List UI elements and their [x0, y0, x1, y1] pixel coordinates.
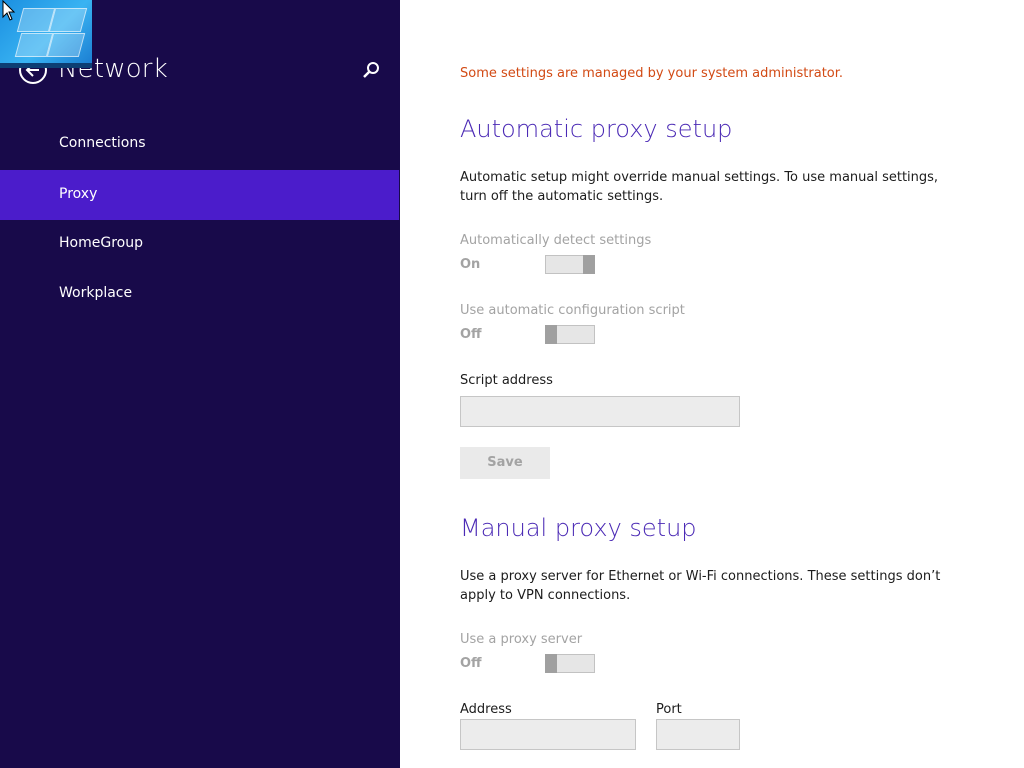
auto-detect-toggle[interactable] — [545, 255, 595, 274]
port-label: Port — [656, 702, 682, 717]
automatic-proxy-heading: Automatic proxy setup — [460, 115, 733, 143]
settings-window: Network Connections Proxy HomeGroup Work… — [0, 0, 1024, 768]
window-pane-shape — [48, 8, 88, 32]
address-label: Address — [460, 702, 512, 717]
auto-detect-state: On — [460, 257, 481, 272]
sidebar-item-connections[interactable]: Connections — [0, 119, 399, 169]
window-pane-shape — [46, 33, 86, 57]
main-content: Some settings are managed by your system… — [400, 0, 1024, 768]
script-address-label: Script address — [460, 373, 553, 388]
sidebar-item-label: Proxy — [59, 186, 98, 202]
config-script-label: Use automatic configuration script — [460, 303, 685, 318]
toggle-knob — [583, 255, 595, 274]
search-icon — [363, 62, 379, 78]
manual-proxy-description: Use a proxy server for Ethernet or Wi-Fi… — [460, 569, 941, 603]
sidebar-item-homegroup[interactable]: HomeGroup — [0, 219, 399, 269]
use-proxy-label: Use a proxy server — [460, 632, 583, 647]
config-script-state: Off — [460, 327, 482, 342]
admin-warning-text: Some settings are managed by your system… — [460, 66, 844, 81]
sidebar-item-proxy[interactable]: Proxy — [0, 170, 399, 220]
toggle-knob — [545, 654, 557, 673]
mouse-pointer-icon — [2, 0, 16, 21]
sidebar-item-label: Connections — [59, 135, 146, 151]
use-proxy-state: Off — [460, 656, 482, 671]
use-proxy-toggle[interactable] — [545, 654, 595, 673]
automatic-proxy-description: Automatic setup might override manual se… — [460, 170, 939, 204]
sidebar-item-label: HomeGroup — [59, 235, 143, 251]
script-address-input[interactable] — [460, 396, 740, 427]
manual-proxy-heading: Manual proxy setup — [460, 514, 697, 542]
address-input[interactable] — [460, 719, 636, 750]
toggle-knob — [545, 325, 557, 344]
sidebar-item-workplace[interactable]: Workplace — [0, 269, 399, 319]
sidebar-item-label: Workplace — [59, 285, 133, 301]
config-script-toggle[interactable] — [545, 325, 595, 344]
taskbar-strip — [0, 63, 92, 68]
sidebar: Network Connections Proxy HomeGroup Work… — [0, 0, 400, 768]
search-button[interactable] — [360, 60, 382, 82]
save-button[interactable]: Save — [460, 447, 550, 479]
port-input[interactable] — [656, 719, 740, 750]
auto-detect-label: Automatically detect settings — [460, 233, 652, 248]
